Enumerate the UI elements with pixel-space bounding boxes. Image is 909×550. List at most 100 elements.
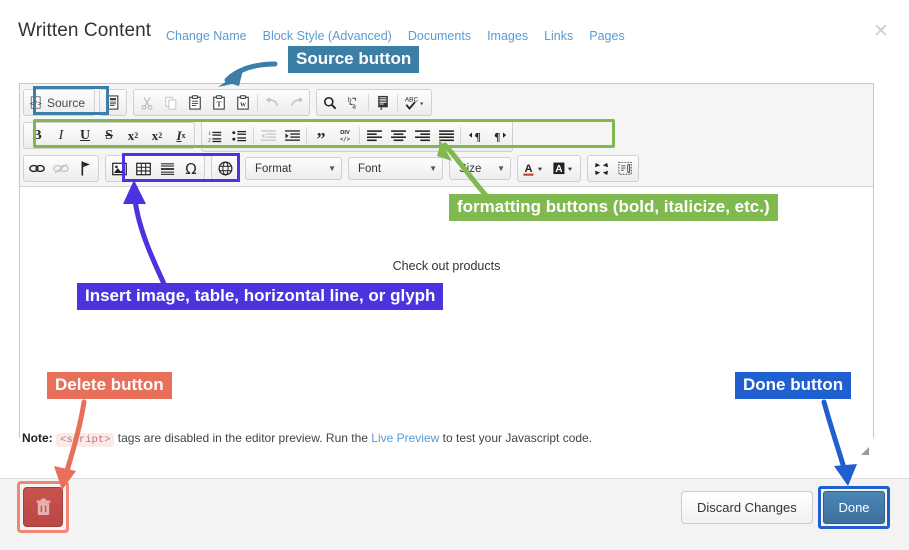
iframe-icon[interactable] [213,157,237,180]
special-char-icon[interactable]: Ω [179,157,203,180]
ltr-icon[interactable]: ¶ [463,124,487,147]
toolbar-group-document: </> Source [23,89,96,116]
format-dropdown[interactable]: Format ▼ [245,157,342,180]
bold-icon[interactable]: B [25,124,49,147]
horizontal-rule-icon[interactable] [155,157,179,180]
align-center-icon[interactable] [386,124,410,147]
paste-text-icon[interactable]: T [207,91,231,114]
image-icon[interactable] [107,157,131,180]
trash-icon [35,498,51,515]
font-dropdown-value: Font [358,162,382,175]
italic-icon[interactable]: I [49,124,73,147]
templates-icon[interactable] [101,91,125,114]
maximize-icon[interactable] [589,157,613,180]
toolbar-group-templates [99,89,128,116]
bg-color-icon[interactable]: A [549,157,579,180]
svg-text:W: W [240,102,247,108]
size-dropdown-value: Size [459,162,482,175]
numbered-list-icon[interactable]: 1 2 [203,124,227,147]
replace-icon[interactable]: b a [342,91,366,114]
align-left-icon[interactable] [362,124,386,147]
toolbar-group-iframe [211,155,239,182]
svg-text:ABC: ABC [405,97,419,104]
bulleted-list-icon[interactable] [227,124,251,147]
source-button-label: Source [47,95,86,110]
toolbar-group-find: b a ABC [316,89,433,116]
blockquote-icon[interactable]: ” [309,121,333,150]
subscript-icon[interactable]: x2 [121,124,145,147]
unlink-icon[interactable] [49,157,73,180]
decrease-indent-icon[interactable] [256,124,280,147]
size-dropdown[interactable]: Size ▼ [449,157,511,180]
subscript-suffix: 2 [134,131,139,140]
nav-link-documents[interactable]: Documents [408,29,471,43]
paste-word-icon[interactable]: W [231,91,255,114]
chevron-down-icon: ▼ [429,164,437,173]
div-container-icon[interactable]: DIV </> [333,124,357,147]
delete-button[interactable] [23,487,63,527]
nav-link-images[interactable]: Images [487,29,528,43]
link-icon[interactable] [25,157,49,180]
toolbar-separator [306,127,307,144]
spellcheck-icon[interactable]: ABC [400,91,430,114]
svg-text:A: A [524,163,532,175]
toolbar-group-tools [587,155,639,182]
redo-icon[interactable] [284,91,308,114]
modal-body: </> Source T W b a ABC B I U S x 2 x 2 I… [0,58,909,478]
copy-icon[interactable] [159,91,183,114]
svg-text:</>: </> [30,99,42,107]
svg-text:</>: </> [340,137,351,143]
note-middle: tags are disabled in the editor preview.… [117,431,368,445]
format-dropdown-value: Format [255,162,292,175]
resize-grip-icon[interactable] [858,444,870,456]
paste-icon[interactable] [183,91,207,114]
svg-text:DIV: DIV [340,130,350,136]
nav-link-block-style[interactable]: Block Style (Advanced) [263,29,392,43]
rtl-icon[interactable]: ¶ [487,124,511,147]
source-button[interactable]: </> Source [25,91,93,114]
nav-link-links[interactable]: Links [544,29,573,43]
toolbar-separator [368,94,370,111]
undo-icon[interactable] [260,91,284,114]
editor-note: Note: <script> tags are disabled in the … [22,431,592,447]
nav-link-change-name[interactable]: Change Name [166,29,247,43]
toolbar-group-basic-styles: B I U S x2 x2 Ix [23,122,195,149]
text-color-icon[interactable]: A [519,157,549,180]
svg-text:T: T [217,99,222,108]
table-icon[interactable] [131,157,155,180]
toolbar-group-paragraph: 1 2 ” DIV </> ¶ ¶ [201,119,513,152]
svg-text:2: 2 [208,137,211,142]
nav-link-pages[interactable]: Pages [589,29,624,43]
rich-text-editor: </> Source T W b a ABC B I U S x 2 x 2 I… [19,83,874,459]
increase-indent-icon[interactable] [280,124,304,147]
delete-button-highlight [17,481,69,533]
toolbar-group-colors: A A [517,155,581,182]
select-all-icon[interactable] [371,91,395,114]
toolbar-separator [359,127,360,144]
show-blocks-icon[interactable] [613,157,637,180]
close-icon[interactable]: ✕ [871,21,891,41]
font-dropdown[interactable]: Font ▼ [348,157,443,180]
done-button[interactable]: Done [823,491,885,524]
editor-content-area[interactable]: Check out products [20,187,873,459]
toolbar-group-clipboard: T W [133,89,311,116]
svg-text:1: 1 [208,131,211,137]
find-icon[interactable] [318,91,342,114]
discard-changes-button[interactable]: Discard Changes [681,491,813,524]
toolbar-group-insert: Ω [105,155,205,182]
underline-icon[interactable]: U [73,124,97,147]
strikethrough-icon[interactable]: S [97,124,121,147]
align-right-icon[interactable] [410,124,434,147]
note-code-tag: <script> [56,433,115,447]
done-button-highlight: Done [818,486,890,529]
justify-icon[interactable] [434,124,458,147]
cut-icon[interactable] [135,91,159,114]
toolbar-separator [257,94,259,111]
toolbar-row-3: Ω Format ▼ Font ▼ Size ▼ A A [23,153,870,184]
page-title: Written Content [18,20,152,41]
live-preview-link[interactable]: Live Preview [371,431,439,445]
chevron-down-icon: ▼ [497,164,505,173]
superscript-icon[interactable]: x2 [145,124,169,147]
remove-format-icon[interactable]: Ix [169,124,193,147]
anchor-icon[interactable] [73,157,97,180]
